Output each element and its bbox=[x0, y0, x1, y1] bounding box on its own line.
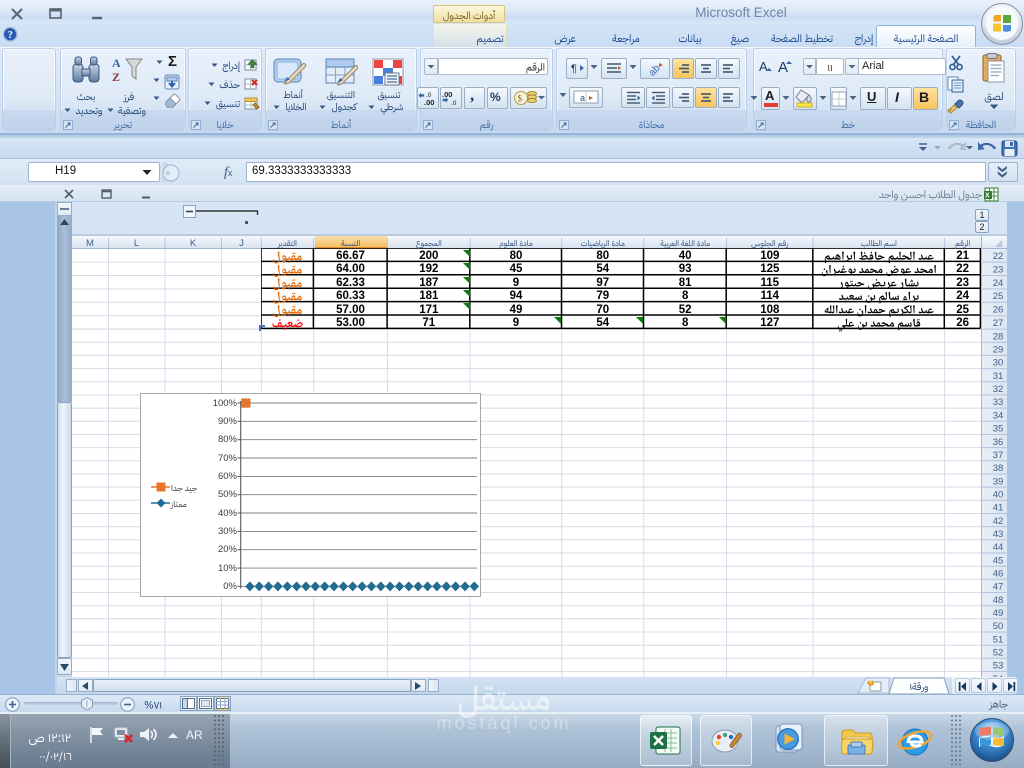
svg-text:.00: .00 bbox=[442, 90, 452, 99]
svg-text:43: 43 bbox=[993, 529, 1004, 540]
svg-text:$: $ bbox=[518, 94, 523, 104]
svg-text:40: 40 bbox=[993, 489, 1004, 500]
svg-text:29: 29 bbox=[993, 345, 1004, 356]
svg-text:34: 34 bbox=[993, 410, 1004, 421]
svg-text:31: 31 bbox=[993, 371, 1004, 382]
svg-text:33: 33 bbox=[993, 397, 1004, 408]
svg-text:49: 49 bbox=[993, 608, 1004, 619]
svg-text:.0: .0 bbox=[451, 100, 457, 107]
svg-text:48: 48 bbox=[993, 595, 1004, 606]
svg-text:38: 38 bbox=[993, 463, 1004, 474]
svg-text:30: 30 bbox=[993, 358, 1004, 369]
svg-text:.00: .00 bbox=[424, 98, 434, 107]
svg-text:45: 45 bbox=[993, 555, 1004, 566]
svg-text:A: A bbox=[759, 59, 768, 74]
svg-text:52: 52 bbox=[993, 648, 1004, 659]
svg-text:35: 35 bbox=[993, 424, 1004, 435]
svg-text:?: ? bbox=[8, 30, 13, 41]
svg-text:41: 41 bbox=[993, 503, 1004, 514]
svg-text:32: 32 bbox=[993, 384, 1004, 395]
svg-text:42: 42 bbox=[993, 516, 1004, 527]
svg-text:28: 28 bbox=[993, 331, 1004, 342]
svg-text:X: X bbox=[985, 193, 990, 200]
svg-text:44: 44 bbox=[993, 542, 1004, 553]
svg-text:a: a bbox=[580, 93, 585, 103]
svg-text:Z: Z bbox=[112, 70, 120, 84]
svg-text:A: A bbox=[778, 59, 788, 76]
svg-text:50: 50 bbox=[993, 621, 1004, 632]
svg-text:47: 47 bbox=[993, 582, 1004, 593]
svg-text:39: 39 bbox=[993, 476, 1004, 487]
svg-text:¶: ¶ bbox=[571, 63, 577, 75]
svg-text:A: A bbox=[112, 56, 121, 70]
svg-text:46: 46 bbox=[993, 569, 1004, 580]
svg-text:51: 51 bbox=[993, 634, 1004, 645]
svg-text:36: 36 bbox=[993, 437, 1004, 448]
svg-text:53: 53 bbox=[993, 661, 1004, 672]
svg-text:37: 37 bbox=[993, 450, 1004, 461]
